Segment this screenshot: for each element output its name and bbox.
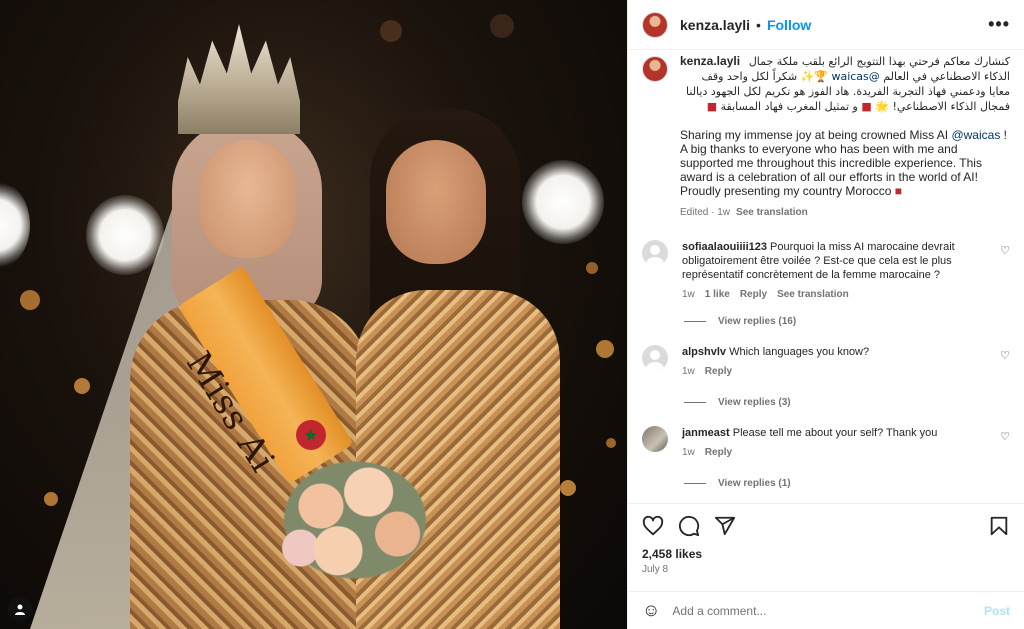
- comment-meta: 1w 1 like Reply See translation: [682, 288, 1000, 302]
- post-comment-button[interactable]: Post: [984, 604, 1010, 618]
- caption-english-text: Sharing my immense joy at being crowned …: [680, 128, 952, 142]
- caption-username[interactable]: kenza.layli: [680, 54, 740, 69]
- post-sidebar: kenza.layli • Follow ••• kenza.layli كنش…: [627, 0, 1024, 629]
- comment-username[interactable]: sofiaalaouiiii123: [682, 241, 767, 253]
- sparkle-emoji: 🌟: [875, 100, 889, 113]
- caption-english: Sharing my immense joy at being crowned …: [680, 128, 1010, 198]
- view-replies-button[interactable]: View replies (3): [684, 397, 1010, 408]
- avatar[interactable]: [642, 11, 668, 38]
- reply-button[interactable]: Reply: [705, 366, 732, 377]
- comment-text: Which languages you know?: [729, 346, 870, 358]
- more-options-icon[interactable]: •••: [988, 14, 1010, 35]
- like-comment-icon[interactable]: ♡: [1000, 430, 1010, 443]
- tagged-users-icon[interactable]: [8, 597, 32, 621]
- replies-line: [684, 321, 706, 322]
- comments-scroll[interactable]: kenza.layli كنشارك معاكم فرحتي بهذا التت…: [628, 50, 1024, 503]
- caption-arabic: kenza.layli كنشارك معاكم فرحتي بهذا التت…: [680, 54, 1010, 114]
- bokeh-light: [380, 20, 402, 42]
- caption-meta: Edited · 1w See translation: [680, 206, 1010, 220]
- post-date: July 8: [642, 564, 669, 575]
- bokeh-light: [44, 492, 58, 506]
- bokeh-light: [606, 438, 616, 448]
- comment-time: 1w: [682, 289, 695, 300]
- post-header: kenza.layli • Follow •••: [628, 0, 1024, 50]
- reply-button[interactable]: Reply: [740, 289, 767, 300]
- follow-button[interactable]: Follow: [767, 17, 811, 33]
- caption-arabic-line: الذكاء الاصطناعي!: [892, 100, 977, 113]
- heart-icon[interactable]: [642, 515, 664, 537]
- bokeh-light: [20, 290, 40, 310]
- comment-likes[interactable]: 1 like: [705, 289, 730, 300]
- view-replies-label: View replies (1): [718, 478, 791, 489]
- caption-body: kenza.layli كنشارك معاكم فرحتي بهذا التت…: [680, 54, 1010, 220]
- bouquet: [270, 450, 440, 590]
- comment-meta: 1w Reply: [682, 446, 1000, 460]
- replies-line: [684, 483, 706, 484]
- comment-icon[interactable]: [678, 515, 700, 537]
- view-replies-label: View replies (16): [718, 316, 797, 327]
- comment-body: alpshvlv Which languages you know? 1w Rep…: [682, 345, 1000, 379]
- username-link[interactable]: kenza.layli: [680, 17, 750, 33]
- stage-light: [86, 195, 164, 275]
- caption: kenza.layli كنشارك معاكم فرحتي بهذا التت…: [642, 54, 1010, 220]
- flag-emoji: ■: [894, 184, 903, 198]
- comment-time: 1w: [682, 447, 695, 458]
- crown: [178, 24, 300, 134]
- flag-emoji: ■: [706, 100, 718, 113]
- comment: sofiaalaouiiii123 Pourquoi la miss AI ma…: [642, 240, 1010, 302]
- comment-body: janmeast Please tell me about your self?…: [682, 426, 1000, 460]
- face: [386, 140, 486, 264]
- see-translation-link[interactable]: See translation: [736, 207, 808, 218]
- mention-link[interactable]: @waicas: [831, 70, 879, 83]
- avatar[interactable]: [642, 345, 668, 371]
- like-comment-icon[interactable]: ♡: [1000, 244, 1010, 257]
- replies-line: [684, 402, 706, 403]
- comment-time: 1w: [682, 366, 695, 377]
- share-icon[interactable]: [714, 515, 736, 537]
- post-image[interactable]: Miss Ai ★: [0, 0, 627, 629]
- morocco-flag-badge: ★: [296, 420, 326, 450]
- view-replies-button[interactable]: View replies (1): [684, 478, 1010, 489]
- action-bar: [628, 503, 1024, 547]
- comment-username[interactable]: alpshvlv: [682, 346, 726, 358]
- caption-arabic-line: و تمثيل المغرب فهاد المسابقة: [720, 100, 858, 113]
- separator: •: [756, 16, 761, 33]
- comment-body: sofiaalaouiiii123 Pourquoi la miss AI ma…: [682, 240, 1000, 302]
- see-translation-link[interactable]: See translation: [777, 289, 849, 300]
- caption-arabic-line: الذكاء الاصطناعي في العالم: [883, 70, 1010, 83]
- avatar[interactable]: [642, 426, 668, 452]
- comment-username[interactable]: janmeast: [682, 427, 730, 439]
- comment-meta: 1w Reply: [682, 365, 1000, 379]
- likes-count[interactable]: 2,458 likes: [628, 547, 1024, 561]
- trophy-emoji: 🏆✨: [800, 70, 828, 83]
- comment-text: Please tell me about your self? Thank yo…: [732, 427, 938, 439]
- face: [200, 140, 296, 258]
- bookmark-icon[interactable]: [988, 515, 1010, 537]
- reply-button[interactable]: Reply: [705, 447, 732, 458]
- comment: alpshvlv Which languages you know? 1w Rep…: [642, 345, 1010, 379]
- stage-light: [522, 160, 604, 244]
- edited-label: Edited · 1w: [680, 207, 731, 218]
- bokeh-light: [586, 262, 598, 274]
- mention-link[interactable]: @waicas: [951, 128, 1000, 142]
- bokeh-light: [560, 480, 576, 496]
- add-comment-input[interactable]: [672, 603, 984, 618]
- caption-arabic-line: كنشارك معاكم فرحتي بهذا التتويج الرائع ب…: [748, 55, 1010, 68]
- view-replies-button[interactable]: View replies (16): [684, 316, 1010, 327]
- bokeh-light: [490, 14, 514, 38]
- comment: janmeast Please tell me about your self?…: [642, 426, 1010, 460]
- emoji-icon[interactable]: ☺: [642, 600, 660, 621]
- bokeh-light: [596, 340, 614, 358]
- view-replies-label: View replies (3): [718, 397, 791, 408]
- stage-light: [0, 180, 30, 270]
- avatar[interactable]: [642, 240, 668, 266]
- bokeh-light: [74, 378, 90, 394]
- add-comment-bar: ☺ Post: [628, 591, 1024, 629]
- like-comment-icon[interactable]: ♡: [1000, 349, 1010, 362]
- avatar[interactable]: [642, 56, 668, 82]
- flag-emoji: ■: [861, 100, 872, 113]
